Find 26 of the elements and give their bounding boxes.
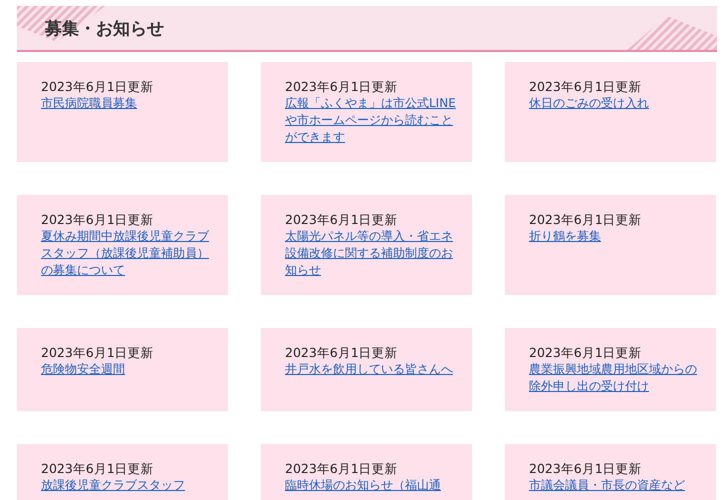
update-date: 2023年6月1日更新 (529, 344, 643, 361)
update-date: 2023年6月1日更新 (529, 211, 643, 228)
notice-link[interactable]: 農業振興地域農用地区域からの除外申し出の受け付け (529, 361, 701, 395)
notice-link[interactable]: 放課後児童クラブスタッフ (41, 477, 185, 494)
notice-link[interactable]: 夏休み期間中放課後児童クラブスタッフ（放課後児童補助員）の募集について (41, 228, 213, 279)
stripe-decoration-icon (627, 16, 717, 50)
update-date: 2023年6月1日更新 (285, 78, 399, 95)
update-date: 2023年6月1日更新 (41, 344, 155, 361)
update-date: 2023年6月1日更新 (285, 344, 399, 361)
notice-link[interactable]: 休日のごみの受け入れ (529, 95, 649, 112)
notice-link[interactable]: 太陽光パネル等の導入・省エネ設備改修に関する補助制度のお知らせ (285, 228, 457, 279)
update-date: 2023年6月1日更新 (41, 211, 155, 228)
notice-link[interactable]: 臨時休場のお知らせ（福山通 (285, 477, 441, 494)
update-date: 2023年6月1日更新 (41, 78, 155, 95)
update-date: 2023年6月1日更新 (285, 460, 399, 477)
notice-link[interactable]: 市議会議員・市長の資産など (529, 477, 685, 494)
notice-link[interactable]: 井戸水を飲用している皆さんへ (285, 361, 453, 378)
section-title: 募集・お知らせ (45, 18, 164, 40)
notice-link[interactable]: 折り鶴を募集 (529, 228, 601, 245)
update-date: 2023年6月1日更新 (41, 460, 155, 477)
update-date: 2023年6月1日更新 (285, 211, 399, 228)
notice-link[interactable]: 市民病院職員募集 (41, 95, 137, 112)
update-date: 2023年6月1日更新 (529, 460, 643, 477)
update-date: 2023年6月1日更新 (529, 78, 643, 95)
notice-link[interactable]: 広報「ふくやま」は市公式LINEや市ホームページから読むことができます (285, 95, 457, 146)
notice-link[interactable]: 危険物安全週間 (41, 361, 125, 378)
